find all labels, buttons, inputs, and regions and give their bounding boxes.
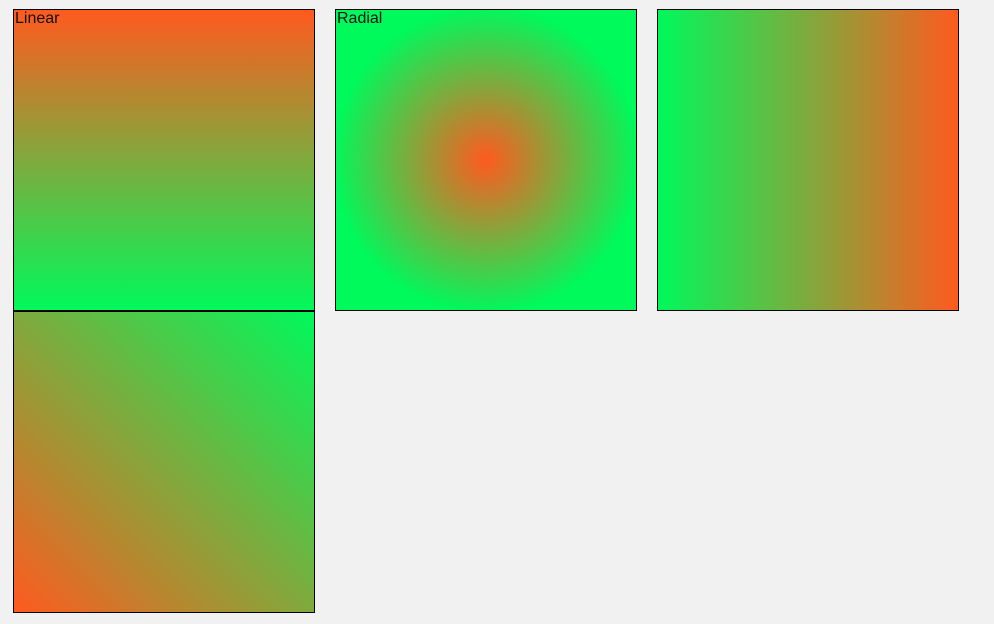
radial-gradient-panel: Radial <box>335 9 637 311</box>
panel-label-radial: Radial <box>337 10 383 27</box>
diagonal-gradient-panel <box>13 311 315 613</box>
horizontal-gradient-panel <box>657 9 959 311</box>
linear-gradient-panel: Linear <box>13 9 315 311</box>
panel-label-linear: Linear <box>15 10 60 27</box>
